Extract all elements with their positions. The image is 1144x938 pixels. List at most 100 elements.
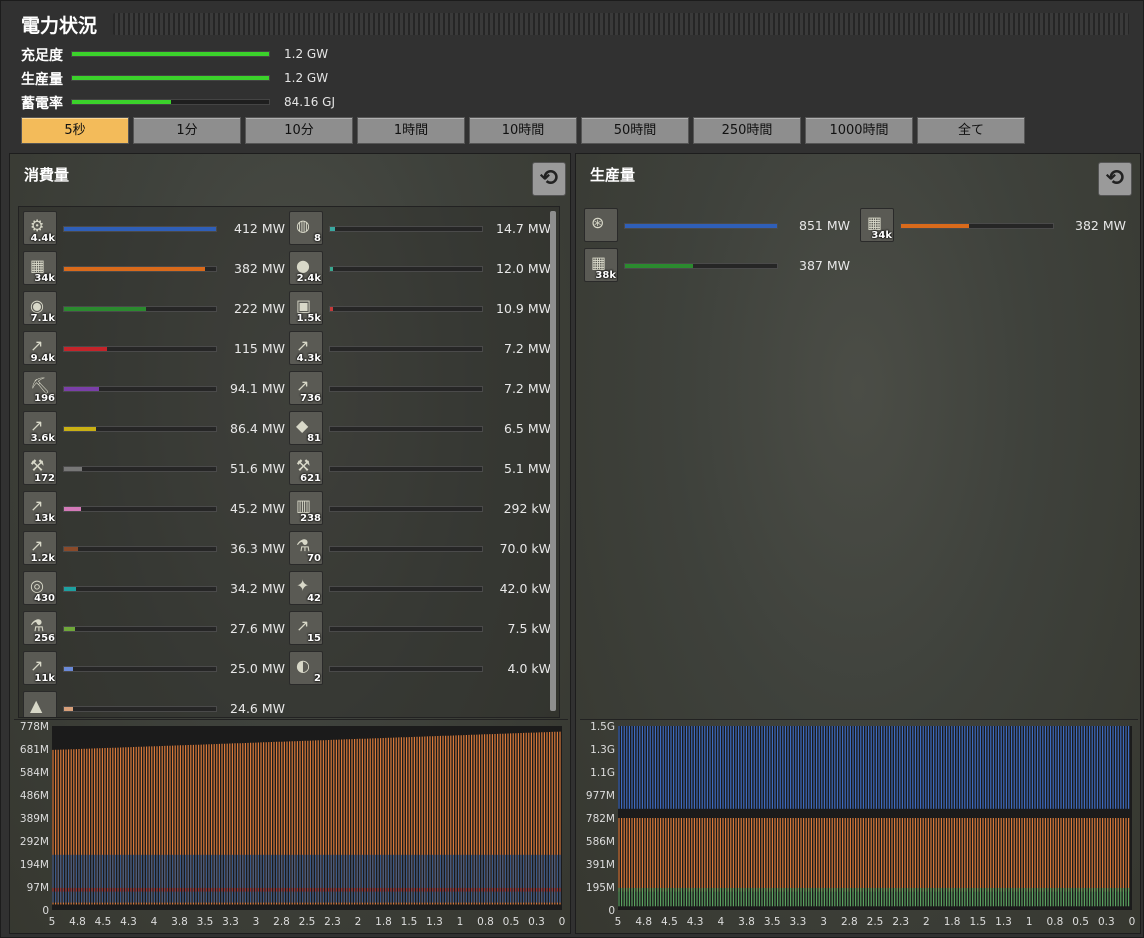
power-entry[interactable]: ◉ 7.1k 222 MW: [23, 291, 289, 327]
x-tick-label: 3.8: [738, 916, 755, 928]
tab-10分[interactable]: 10分: [245, 117, 353, 144]
stat-value: 84.16 GJ: [284, 95, 336, 109]
reset-icon[interactable]: ⟲: [532, 162, 566, 196]
entity-count: 8: [314, 233, 321, 244]
x-tick-label: 1: [457, 916, 464, 928]
entity-count: 196: [34, 393, 55, 404]
mining-drill-icon: ⛏ 196: [23, 371, 57, 405]
y-tick-label: 389M: [20, 813, 49, 825]
production-chart: 1.5G 1.3G 1.1G 977M 782M 586M 391M 195M 0 5 4.8 4.5…: [580, 719, 1138, 929]
beacon-icon: ◉ 7.1k: [23, 291, 57, 325]
power-entry[interactable]: ⚙ 4.4k 412 MW: [23, 211, 289, 247]
power-entry[interactable]: ⚗ 70 70.0 kW: [289, 531, 555, 567]
entity-count: 4.3k: [296, 353, 321, 364]
module-icon: ◆ 81: [289, 411, 323, 445]
usage-bar: [329, 266, 483, 272]
power-entry[interactable]: ◆ 81 6.5 MW: [289, 411, 555, 447]
usage-bar: [63, 466, 217, 472]
pumpjack-icon: ⚒ 172: [23, 451, 57, 485]
tab-1時間[interactable]: 1時間: [357, 117, 465, 144]
power-entry[interactable]: ▦ 34k 382 MW: [23, 251, 289, 287]
power-value: 86.4 MW: [230, 421, 285, 436]
power-entry[interactable]: ◎ 430 34.2 MW: [23, 571, 289, 607]
consumption-scrollbar[interactable]: [550, 211, 556, 711]
power-entry[interactable]: ● 2.4k 12.0 MW: [289, 251, 555, 287]
entity-count: 9.4k: [30, 353, 55, 364]
power-entry[interactable]: ◐ 2 4.0 kW: [289, 651, 555, 687]
power-entry[interactable]: ▲ 24.6 MW: [23, 691, 289, 717]
usage-bar: [63, 226, 217, 232]
tab-5秒[interactable]: 5秒: [21, 117, 129, 144]
reset-icon[interactable]: ⟲: [1098, 162, 1132, 196]
accumulator-icon: ▦ 34k: [23, 251, 57, 285]
stat-label: 蓄電率: [21, 96, 63, 112]
y-tick-label: 391M: [586, 859, 615, 871]
power-value: 382 MW: [1075, 218, 1126, 233]
entity-count: 34k: [34, 273, 55, 284]
power-entry[interactable]: ↗ 13k 45.2 MW: [23, 491, 289, 527]
tab-1000時間[interactable]: 1000時間: [805, 117, 913, 144]
power-entry[interactable]: ⊛ 851 MW: [584, 208, 854, 244]
power-value: 7.2 MW: [504, 341, 551, 356]
power-entry[interactable]: ◍ 8 14.7 MW: [289, 211, 555, 247]
power-entry[interactable]: ▣ 1.5k 10.9 MW: [289, 291, 555, 327]
tab-1分[interactable]: 1分: [133, 117, 241, 144]
usage-bar: [63, 266, 217, 272]
power-entry[interactable]: ▦ 38k 387 MW: [584, 248, 854, 284]
x-tick-label: 0.5: [503, 916, 520, 928]
power-value: 42.0 kW: [499, 581, 551, 596]
entity-count: 34k: [871, 230, 892, 241]
power-entry[interactable]: ↗ 4.3k 7.2 MW: [289, 331, 555, 367]
entity-count: 38k: [595, 270, 616, 281]
tab-250時間[interactable]: 250時間: [693, 117, 801, 144]
power-entry[interactable]: ▦ 34k 382 MW: [860, 208, 1130, 244]
tab-10時間[interactable]: 10時間: [469, 117, 577, 144]
y-tick-label: 97M: [27, 882, 49, 894]
usage-bar: [63, 666, 217, 672]
tab-50時間[interactable]: 50時間: [581, 117, 689, 144]
tab-全て[interactable]: 全て: [917, 117, 1025, 144]
x-tick-label: 0: [1129, 916, 1136, 928]
purple-inserter-icon: ↗ 15: [289, 611, 323, 645]
red-inserter-icon: ↗ 4.3k: [289, 331, 323, 365]
x-tick-label: 1.3: [426, 916, 443, 928]
usage-bar: [63, 626, 217, 632]
power-value: 36.3 MW: [230, 541, 285, 556]
y-tick-label: 292M: [20, 836, 49, 848]
power-entry[interactable]: ⚒ 621 5.1 MW: [289, 451, 555, 487]
power-entry[interactable]: ⚗ 256 27.6 MW: [23, 611, 289, 647]
entity-count: 1.2k: [30, 553, 55, 564]
title-drag-handle[interactable]: [113, 13, 1129, 35]
power-value: 70.0 kW: [499, 541, 551, 556]
entity-count: 81: [307, 433, 321, 444]
stat-bar: [71, 51, 270, 57]
power-entry[interactable]: ↗ 1.2k 36.3 MW: [23, 531, 289, 567]
pump-icon: ⚒ 621: [289, 451, 323, 485]
usage-bar: [329, 506, 483, 512]
usage-bar: [63, 306, 217, 312]
usage-bar: [63, 426, 217, 432]
x-tick-label: 3.5: [197, 916, 214, 928]
inserter-icon: ↗ 9.4k: [23, 331, 57, 365]
white-inserter-icon: ↗ 736: [289, 371, 323, 405]
x-tick-label: 4.3: [120, 916, 137, 928]
power-value: 34.2 MW: [230, 581, 285, 596]
x-tick-label: 1.8: [944, 916, 961, 928]
power-entry[interactable]: ▥ 238 292 kW: [289, 491, 555, 527]
x-tick-label: 5: [49, 916, 56, 928]
accumulator-icon: ▦ 34k: [860, 208, 894, 242]
power-entry[interactable]: ↗ 736 7.2 MW: [289, 371, 555, 407]
power-entry[interactable]: ↗ 9.4k 115 MW: [23, 331, 289, 367]
power-entry[interactable]: ↗ 15 7.5 kW: [289, 611, 555, 647]
power-entry[interactable]: ⛏ 196 94.1 MW: [23, 371, 289, 407]
entity-count: 2.4k: [296, 273, 321, 284]
power-entry[interactable]: ✦ 42 42.0 kW: [289, 571, 555, 607]
power-value: 851 MW: [799, 218, 850, 233]
steam-turbine-icon: ⊛: [584, 208, 618, 242]
consumption-chart: 778M 681M 584M 486M 389M 292M 194M 97M 0 5 4.8 4.5 4…: [14, 719, 568, 929]
roboport-icon: ▣ 1.5k: [289, 291, 323, 325]
power-entry[interactable]: ⚒ 172 51.6 MW: [23, 451, 289, 487]
power-entry[interactable]: ↗ 3.6k 86.4 MW: [23, 411, 289, 447]
x-tick-label: 3: [253, 916, 260, 928]
power-entry[interactable]: ↗ 11k 25.0 MW: [23, 651, 289, 687]
